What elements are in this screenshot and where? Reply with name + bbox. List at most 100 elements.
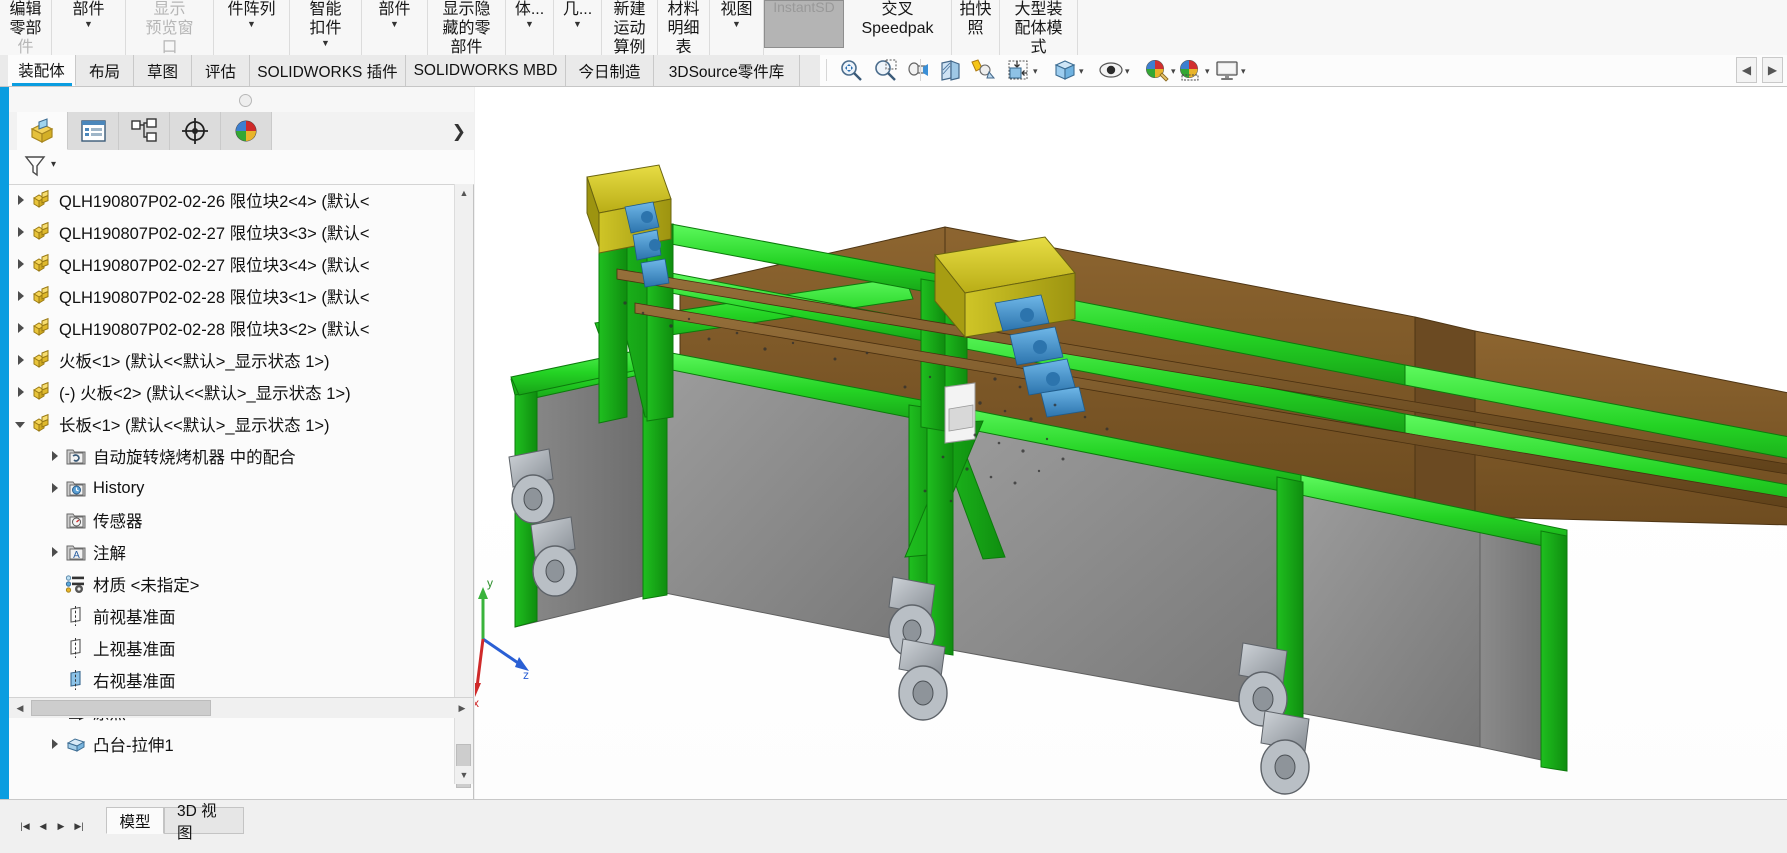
chevron-down-icon[interactable]: ▼ (732, 19, 741, 30)
chevron-down-icon[interactable]: ▼ (390, 19, 399, 30)
panel-handle[interactable] (9, 87, 474, 113)
ribbon-button-1[interactable]: 部件▼ (52, 0, 126, 55)
tree-vertical-scrollbar[interactable]: ▲ ▼ (454, 184, 473, 784)
sheet-nav-button-2[interactable]: ▶ (52, 816, 70, 836)
configuration-manager-tab[interactable] (119, 112, 170, 150)
ribbon-button-2[interactable]: 显示预览窗口 (126, 0, 214, 55)
toolbar-scroll-left-button[interactable]: ◀ (1736, 57, 1757, 83)
ribbon-button-10[interactable]: 材料明细表 (658, 0, 710, 55)
chevron-right-icon[interactable] (15, 354, 27, 366)
tree-scroll-right-button[interactable]: ▶ (453, 699, 471, 717)
chevron-down-icon[interactable]: ▾ (1079, 67, 1088, 76)
chevron-right-icon[interactable] (15, 226, 27, 238)
previous-view-icon[interactable] (906, 58, 932, 83)
ribbon-button-6[interactable]: 显示隐藏的零部件 (428, 0, 506, 55)
chevron-right-icon[interactable] (15, 386, 27, 398)
chevron-right-icon[interactable] (49, 450, 61, 462)
chevron-down-icon[interactable]: ▾ (1125, 67, 1134, 76)
tree-scroll-up-button[interactable]: ▲ (455, 184, 473, 202)
ribbon-button-instant3d[interactable]: InstantSD (764, 0, 844, 48)
sheet-nav-button-1[interactable]: ◀ (34, 816, 52, 836)
tree-item[interactable]: 火板<1> (默认<<默认>_显示状态 1>) (9, 344, 464, 376)
ribbon-button-0[interactable]: 编辑零部件 (0, 0, 52, 55)
apply-scene-icon[interactable] (1144, 58, 1170, 83)
tree-item[interactable]: 自动旋转烧烤机器 中的配合 (9, 440, 464, 472)
sheet-nav-button-0[interactable]: |◀ (16, 816, 34, 836)
tree-filter-bar[interactable]: ▾ (9, 150, 474, 185)
tree-horizontal-scrollbar[interactable]: ◀ ▶ (9, 697, 473, 718)
hide-show-items-icon[interactable] (1052, 58, 1078, 83)
tree-hscroll-thumb[interactable] (31, 700, 211, 716)
chevron-right-icon[interactable] (15, 194, 27, 206)
bottom-tab-0[interactable]: 模型 (106, 807, 164, 834)
tree-item[interactable]: A注解 (9, 536, 464, 568)
view-setting-scene-icon[interactable] (1178, 58, 1204, 83)
filter-funnel-icon[interactable] (23, 154, 49, 178)
tree-item[interactable]: 上视基准面 (9, 632, 464, 664)
panel-pin-dot[interactable] (239, 94, 252, 107)
tree-item[interactable]: QLH190807P02-02-27 限位块3<3> (默认< (9, 216, 464, 248)
chevron-right-icon[interactable] (49, 738, 61, 750)
assembly-model-render[interactable]: y z x (475, 87, 1787, 800)
chevron-right-icon[interactable] (49, 482, 61, 494)
ribbon-button-11[interactable]: 视图▼ (710, 0, 764, 55)
tree-item[interactable]: QLH190807P02-02-26 限位块2<4> (默认< (9, 184, 464, 216)
ribbon-button-4[interactable]: 智能扣件▼ (290, 0, 362, 55)
ribbon-button-5[interactable]: 部件▼ (362, 0, 428, 55)
toolbar-scroll-right-button[interactable]: ▶ (1762, 57, 1783, 83)
ribbon-button-3[interactable]: 件阵列▼ (214, 0, 290, 55)
feature-manager-tab[interactable] (17, 112, 68, 150)
tab-7[interactable]: 3DSource零件库 (654, 55, 800, 86)
chevron-down-icon[interactable]: ▾ (1241, 67, 1250, 76)
tab-5[interactable]: SOLIDWORKS MBD (406, 55, 566, 86)
property-manager-tab[interactable] (68, 112, 119, 150)
sheet-nav-button-3[interactable]: ▶| (70, 816, 88, 836)
graphics-viewport[interactable]: y z x (475, 87, 1787, 800)
tree-item[interactable]: 传感器 (9, 504, 464, 536)
tree-item[interactable]: 凸台-拉伸1 (9, 728, 464, 760)
dimxpert-manager-tab[interactable] (170, 112, 221, 150)
tree-item[interactable]: 切除-拉伸1 (9, 760, 464, 766)
ribbon-button-9[interactable]: 新建运动算例 (602, 0, 658, 55)
tree-item[interactable]: QLH190807P02-02-28 限位块3<1> (默认< (9, 280, 464, 312)
chevron-down-icon[interactable]: ▼ (84, 19, 93, 30)
tree-item[interactable]: 材质 <未指定> (9, 568, 464, 600)
tree-item[interactable]: (-) 火板<2> (默认<<默认>_显示状态 1>) (9, 376, 464, 408)
feature-tree[interactable]: QLH190807P02-02-26 限位块2<4> (默认<QLH190807… (9, 184, 464, 766)
ribbon-button-7[interactable]: 体...▼ (506, 0, 554, 55)
tab-0[interactable]: 装配体 (8, 55, 76, 86)
chevron-down-icon[interactable]: ▾ (1033, 67, 1042, 76)
ribbon-button-15[interactable]: 大型装配体模式 (1000, 0, 1078, 55)
tree-item[interactable]: QLH190807P02-02-27 限位块3<4> (默认< (9, 248, 464, 280)
chevron-down-icon[interactable]: ▼ (525, 19, 534, 30)
chevron-right-icon[interactable] (15, 258, 27, 270)
sheet-nav-buttons[interactable]: |◀◀▶▶| (16, 816, 88, 836)
chevron-down-icon[interactable] (15, 418, 27, 430)
tab-1[interactable]: 布局 (76, 55, 134, 86)
zoom-to-fit-icon[interactable] (838, 58, 864, 83)
display-manager-tab[interactable] (221, 112, 272, 150)
display-style-icon[interactable] (1006, 58, 1032, 83)
tab-3[interactable]: 评估 (192, 55, 250, 86)
ribbon-button-8[interactable]: 几...▼ (554, 0, 602, 55)
chevron-right-icon[interactable] (15, 290, 27, 302)
chevron-down-icon[interactable]: ▼ (321, 38, 330, 49)
tab-2[interactable]: 草图 (134, 55, 192, 86)
section-view-icon[interactable] (938, 58, 964, 83)
view-orientation-icon[interactable] (970, 58, 996, 83)
tree-item[interactable]: 长板<1> (默认<<默认>_显示状态 1>) (9, 408, 464, 440)
ribbon-button-13[interactable]: 交叉Speedpak (844, 0, 952, 55)
tree-scroll-left-button[interactable]: ◀ (11, 699, 29, 717)
tree-item[interactable]: History (9, 472, 464, 504)
bottom-tab-1[interactable]: 3D 视图 (164, 807, 244, 834)
display-monitor-icon[interactable] (1214, 58, 1240, 83)
tree-item[interactable]: 前视基准面 (9, 600, 464, 632)
tree-item[interactable]: 右视基准面 (9, 664, 464, 696)
chevron-down-icon[interactable]: ▾ (1205, 67, 1214, 76)
tree-scroll-down-button[interactable]: ▼ (455, 766, 473, 784)
chevron-down-icon[interactable]: ▼ (573, 19, 582, 30)
chevron-down-icon[interactable]: ▼ (247, 19, 256, 30)
zoom-to-area-icon[interactable] (872, 58, 898, 83)
ribbon-button-14[interactable]: 拍快照 (952, 0, 1000, 55)
tab-4[interactable]: SOLIDWORKS 插件 (250, 55, 406, 86)
